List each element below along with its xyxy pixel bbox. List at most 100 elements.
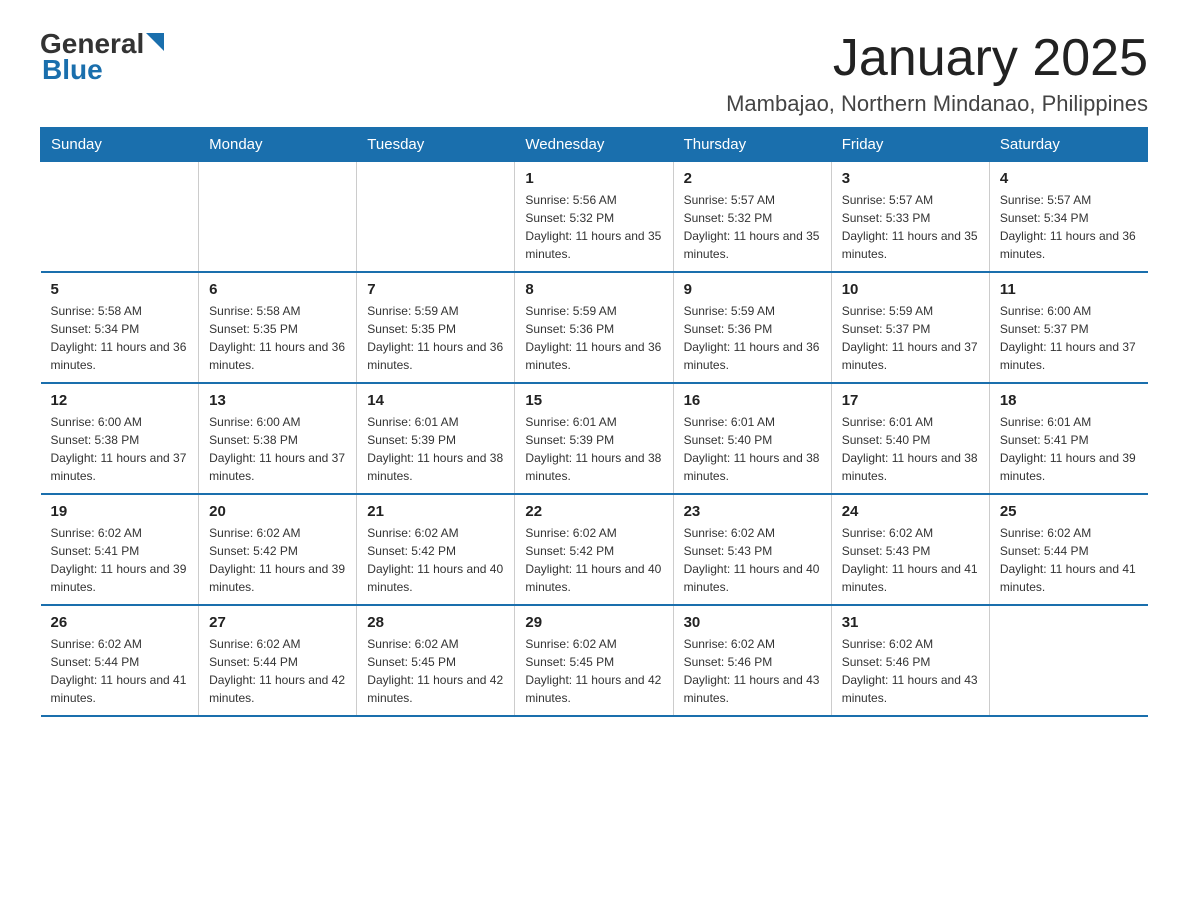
day-info: Sunrise: 6:02 AMSunset: 5:42 PMDaylight:…	[525, 524, 662, 596]
day-info: Sunrise: 6:02 AMSunset: 5:42 PMDaylight:…	[367, 524, 504, 596]
day-number: 23	[684, 503, 821, 520]
day-number: 1	[525, 170, 662, 187]
day-info: Sunrise: 5:58 AMSunset: 5:35 PMDaylight:…	[209, 302, 346, 374]
calendar-cell: 19 Sunrise: 6:02 AMSunset: 5:41 PMDayligh…	[41, 494, 199, 605]
calendar-cell: 15 Sunrise: 6:01 AMSunset: 5:39 PMDayligh…	[515, 383, 673, 494]
calendar-cell: 23 Sunrise: 6:02 AMSunset: 5:43 PMDayligh…	[673, 494, 831, 605]
day-number: 9	[684, 281, 821, 298]
day-info: Sunrise: 6:01 AMSunset: 5:39 PMDaylight:…	[367, 413, 504, 485]
day-info: Sunrise: 6:02 AMSunset: 5:44 PMDaylight:…	[1000, 524, 1138, 596]
title-area: January 2025 Mambajao, Northern Mindanao…	[726, 30, 1148, 117]
day-number: 24	[842, 503, 979, 520]
logo-text-blue: Blue	[42, 54, 103, 85]
calendar-cell: 31 Sunrise: 6:02 AMSunset: 5:46 PMDayligh…	[831, 605, 989, 716]
calendar-cell: 20 Sunrise: 6:02 AMSunset: 5:42 PMDayligh…	[199, 494, 357, 605]
calendar-cell	[357, 162, 515, 273]
day-number: 14	[367, 392, 504, 409]
day-number: 21	[367, 503, 504, 520]
calendar-week-row: 19 Sunrise: 6:02 AMSunset: 5:41 PMDayligh…	[41, 494, 1148, 605]
calendar-cell	[41, 162, 199, 273]
day-number: 3	[842, 170, 979, 187]
calendar-cell: 11 Sunrise: 6:00 AMSunset: 5:37 PMDayligh…	[989, 272, 1147, 383]
day-info: Sunrise: 5:57 AMSunset: 5:34 PMDaylight:…	[1000, 191, 1138, 263]
calendar-cell: 2Sunrise: 5:57 AMSunset: 5:32 PMDaylight…	[673, 162, 831, 273]
calendar-cell: 13 Sunrise: 6:00 AMSunset: 5:38 PMDayligh…	[199, 383, 357, 494]
calendar-cell: 18 Sunrise: 6:01 AMSunset: 5:41 PMDayligh…	[989, 383, 1147, 494]
day-info: Sunrise: 5:57 AMSunset: 5:33 PMDaylight:…	[842, 191, 979, 263]
day-info: Sunrise: 6:02 AMSunset: 5:41 PMDaylight:…	[51, 524, 189, 596]
day-number: 6	[209, 281, 346, 298]
day-number: 22	[525, 503, 662, 520]
col-saturday: Saturday	[989, 128, 1147, 162]
day-number: 15	[525, 392, 662, 409]
day-number: 7	[367, 281, 504, 298]
subtitle: Mambajao, Northern Mindanao, Philippines	[726, 91, 1148, 117]
day-info: Sunrise: 6:00 AMSunset: 5:38 PMDaylight:…	[209, 413, 346, 485]
calendar-cell	[199, 162, 357, 273]
calendar-cell: 24 Sunrise: 6:02 AMSunset: 5:43 PMDayligh…	[831, 494, 989, 605]
day-number: 12	[51, 392, 189, 409]
calendar-cell: 21 Sunrise: 6:02 AMSunset: 5:42 PMDayligh…	[357, 494, 515, 605]
day-number: 8	[525, 281, 662, 298]
calendar-cell	[989, 605, 1147, 716]
calendar-cell: 12 Sunrise: 6:00 AMSunset: 5:38 PMDayligh…	[41, 383, 199, 494]
calendar-cell: 8Sunrise: 5:59 AMSunset: 5:36 PMDaylight…	[515, 272, 673, 383]
day-number: 4	[1000, 170, 1138, 187]
calendar-table: Sunday Monday Tuesday Wednesday Thursday…	[40, 127, 1148, 717]
day-info: Sunrise: 6:02 AMSunset: 5:43 PMDaylight:…	[842, 524, 979, 596]
day-info: Sunrise: 6:02 AMSunset: 5:44 PMDaylight:…	[51, 635, 189, 707]
day-info: Sunrise: 5:59 AMSunset: 5:37 PMDaylight:…	[842, 302, 979, 374]
col-wednesday: Wednesday	[515, 128, 673, 162]
calendar-cell: 10 Sunrise: 5:59 AMSunset: 5:37 PMDayligh…	[831, 272, 989, 383]
day-info: Sunrise: 5:57 AMSunset: 5:32 PMDaylight:…	[684, 191, 821, 263]
page-title: January 2025	[726, 30, 1148, 87]
day-info: Sunrise: 6:02 AMSunset: 5:45 PMDaylight:…	[525, 635, 662, 707]
day-info: Sunrise: 6:00 AMSunset: 5:38 PMDaylight:…	[51, 413, 189, 485]
day-number: 11	[1000, 281, 1138, 298]
day-number: 29	[525, 614, 662, 631]
col-sunday: Sunday	[41, 128, 199, 162]
day-info: Sunrise: 6:02 AMSunset: 5:42 PMDaylight:…	[209, 524, 346, 596]
day-number: 16	[684, 392, 821, 409]
calendar-cell: 17Sunrise: 6:01 AMSunset: 5:40 PMDayligh…	[831, 383, 989, 494]
day-number: 25	[1000, 503, 1138, 520]
calendar-week-row: 1 Sunrise: 5:56 AMSunset: 5:32 PMDaylight…	[41, 162, 1148, 273]
calendar-cell: 4 Sunrise: 5:57 AMSunset: 5:34 PMDaylight…	[989, 162, 1147, 273]
day-number: 19	[51, 503, 189, 520]
day-number: 27	[209, 614, 346, 631]
day-number: 31	[842, 614, 979, 631]
calendar-cell: 5Sunrise: 5:58 AMSunset: 5:34 PMDaylight…	[41, 272, 199, 383]
calendar-cell: 30Sunrise: 6:02 AMSunset: 5:46 PMDayligh…	[673, 605, 831, 716]
day-number: 28	[367, 614, 504, 631]
calendar-week-row: 12 Sunrise: 6:00 AMSunset: 5:38 PMDayligh…	[41, 383, 1148, 494]
col-monday: Monday	[199, 128, 357, 162]
day-number: 18	[1000, 392, 1138, 409]
day-number: 10	[842, 281, 979, 298]
calendar-cell: 6 Sunrise: 5:58 AMSunset: 5:35 PMDaylight…	[199, 272, 357, 383]
day-number: 5	[51, 281, 189, 298]
day-info: Sunrise: 6:00 AMSunset: 5:37 PMDaylight:…	[1000, 302, 1138, 374]
day-info: Sunrise: 6:02 AMSunset: 5:46 PMDaylight:…	[842, 635, 979, 707]
day-info: Sunrise: 6:01 AMSunset: 5:41 PMDaylight:…	[1000, 413, 1138, 485]
col-tuesday: Tuesday	[357, 128, 515, 162]
calendar-cell: 7 Sunrise: 5:59 AMSunset: 5:35 PMDaylight…	[357, 272, 515, 383]
day-info: Sunrise: 5:56 AMSunset: 5:32 PMDaylight:…	[525, 191, 662, 263]
calendar-week-row: 26Sunrise: 6:02 AMSunset: 5:44 PMDayligh…	[41, 605, 1148, 716]
day-number: 30	[684, 614, 821, 631]
day-info: Sunrise: 5:59 AMSunset: 5:35 PMDaylight:…	[367, 302, 504, 374]
calendar-cell: 22 Sunrise: 6:02 AMSunset: 5:42 PMDayligh…	[515, 494, 673, 605]
calendar-cell: 27Sunrise: 6:02 AMSunset: 5:44 PMDayligh…	[199, 605, 357, 716]
day-number: 20	[209, 503, 346, 520]
calendar-cell: 14 Sunrise: 6:01 AMSunset: 5:39 PMDayligh…	[357, 383, 515, 494]
calendar-cell: 26Sunrise: 6:02 AMSunset: 5:44 PMDayligh…	[41, 605, 199, 716]
calendar-cell: 3 Sunrise: 5:57 AMSunset: 5:33 PMDaylight…	[831, 162, 989, 273]
day-number: 17	[842, 392, 979, 409]
day-number: 13	[209, 392, 346, 409]
calendar-cell: 28Sunrise: 6:02 AMSunset: 5:45 PMDayligh…	[357, 605, 515, 716]
calendar-cell: 25 Sunrise: 6:02 AMSunset: 5:44 PMDayligh…	[989, 494, 1147, 605]
day-info: Sunrise: 6:01 AMSunset: 5:39 PMDaylight:…	[525, 413, 662, 485]
day-info: Sunrise: 6:02 AMSunset: 5:43 PMDaylight:…	[684, 524, 821, 596]
calendar-cell: 29 Sunrise: 6:02 AMSunset: 5:45 PMDayligh…	[515, 605, 673, 716]
logo-triangle-icon	[146, 33, 164, 51]
calendar-cell: 16Sunrise: 6:01 AMSunset: 5:40 PMDayligh…	[673, 383, 831, 494]
